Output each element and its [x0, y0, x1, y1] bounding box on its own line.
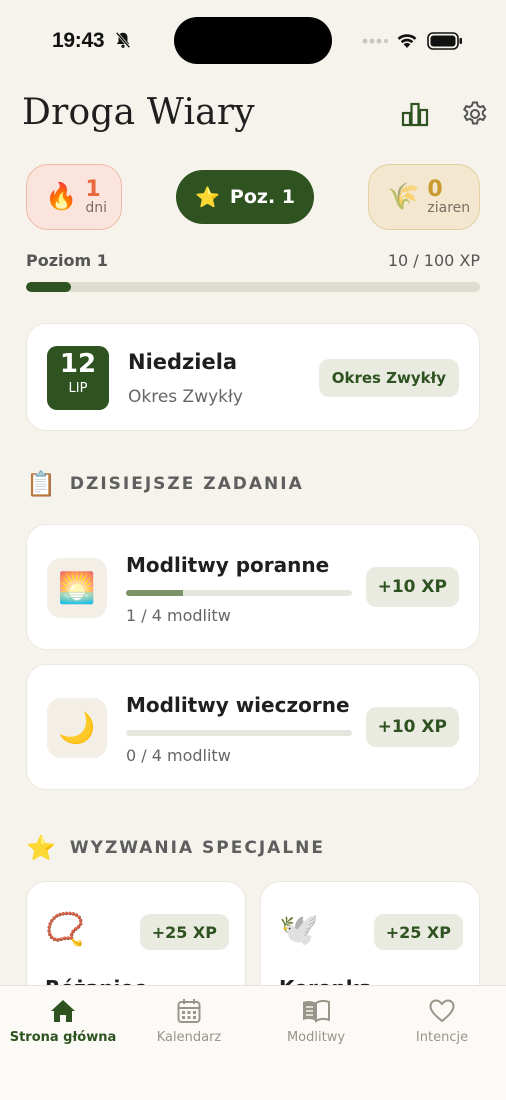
- challenge-xp-badge: +25 XP: [139, 914, 229, 950]
- day-name: Niedziela: [128, 350, 238, 374]
- task-card-evening[interactable]: 🌙 Modlitwy wieczorne 0 / 4 modlitw +10 X…: [26, 664, 480, 790]
- tab-intentions[interactable]: Intencje: [379, 986, 505, 1056]
- season-badge: Okres Zwykły: [318, 359, 459, 397]
- star-icon: ⭐: [26, 834, 58, 862]
- heart-icon: [429, 999, 455, 1023]
- challenge-xp-badge: +25 XP: [373, 914, 463, 950]
- tab-bar: Strona główna Kalendarz Modlitwy Intencj…: [0, 985, 506, 1100]
- star-icon: ⭐: [195, 185, 220, 209]
- seeds-count: 0: [427, 177, 443, 203]
- home-icon: [51, 1000, 75, 1022]
- tab-label: Strona główna: [9, 1030, 117, 1045]
- dove-icon: 🕊️: [279, 910, 319, 948]
- rosary-icon: 📿: [45, 910, 85, 948]
- streak-badge[interactable]: 🔥 1 dni: [26, 164, 122, 230]
- bell-muted-icon: [115, 31, 131, 49]
- task-progress-bar: [126, 730, 352, 736]
- tab-label: Intencje: [415, 1030, 469, 1045]
- status-bar: 19:43: [0, 0, 506, 80]
- wheat-icon: 🌾: [387, 182, 420, 212]
- bar-chart-icon: [401, 102, 429, 127]
- tab-home[interactable]: Strona główna: [0, 986, 126, 1056]
- gear-icon: [462, 101, 487, 125]
- task-xp-badge: +10 XP: [365, 567, 459, 607]
- book-icon: [303, 999, 330, 1023]
- task-name: Modlitwy wieczorne: [126, 693, 350, 717]
- streak-count: 1: [85, 177, 101, 203]
- cellular-signal-icon: [362, 38, 388, 44]
- seeds-unit: ziaren: [427, 200, 471, 217]
- level-progress-label: Poziom 1: [26, 251, 108, 270]
- level-xp-text: 10 / 100 XP: [387, 251, 480, 270]
- task-progress-text: 1 / 4 modlitw: [126, 606, 231, 625]
- sunrise-icon: 🌅: [47, 558, 107, 618]
- challenges-section-title: ⭐ WYZWANIA SPECJALNE: [26, 834, 325, 862]
- app-title: Droga Wiary: [22, 92, 255, 133]
- task-progress-fill: [126, 590, 183, 596]
- settings-button[interactable]: [459, 98, 491, 130]
- tasks-section-title: 📋 DZISIEJSZE ZADANIA: [26, 470, 304, 498]
- status-time: 19:43: [52, 29, 105, 52]
- task-name: Modlitwy poranne: [126, 553, 330, 577]
- seeds-badge[interactable]: 🌾 0 ziaren: [368, 164, 480, 230]
- today-card[interactable]: 12 LIP Niedziela Okres Zwykły Okres Zwyk…: [26, 323, 480, 431]
- task-progress-text: 0 / 4 modlitw: [126, 746, 231, 765]
- liturgical-season: Okres Zwykły: [128, 387, 243, 407]
- stats-button[interactable]: [399, 98, 431, 130]
- task-card-morning[interactable]: 🌅 Modlitwy poranne 1 / 4 modlitw +10 XP: [26, 524, 480, 650]
- calendar-icon: [177, 999, 201, 1023]
- level-label: Poz. 1: [229, 186, 295, 208]
- date-day: 12: [59, 349, 97, 379]
- challenges-section-label: WYZWANIA SPECJALNE: [69, 838, 325, 858]
- task-xp-badge: +10 XP: [365, 707, 459, 747]
- xp-progress-fill: [26, 282, 72, 292]
- date-month: LIP: [68, 381, 88, 396]
- streak-unit: dni: [85, 200, 108, 217]
- level-badge[interactable]: ⭐ Poz. 1: [176, 170, 314, 224]
- task-progress-bar: [126, 590, 352, 596]
- xp-progress-bar: [26, 282, 480, 292]
- tab-label: Kalendarz: [156, 1030, 222, 1045]
- tab-prayers[interactable]: Modlitwy: [253, 986, 379, 1056]
- date-box: 12 LIP: [47, 346, 109, 410]
- battery-icon: [427, 32, 462, 50]
- moon-icon: 🌙: [47, 698, 107, 758]
- tab-calendar[interactable]: Kalendarz: [126, 986, 252, 1056]
- wifi-icon: [397, 34, 417, 48]
- clipboard-icon: 📋: [26, 470, 58, 498]
- dynamic-island: [174, 17, 332, 64]
- tab-label: Modlitwy: [286, 1030, 346, 1045]
- tasks-section-label: DZISIEJSZE ZADANIA: [69, 474, 304, 494]
- fire-icon: 🔥: [45, 182, 78, 212]
